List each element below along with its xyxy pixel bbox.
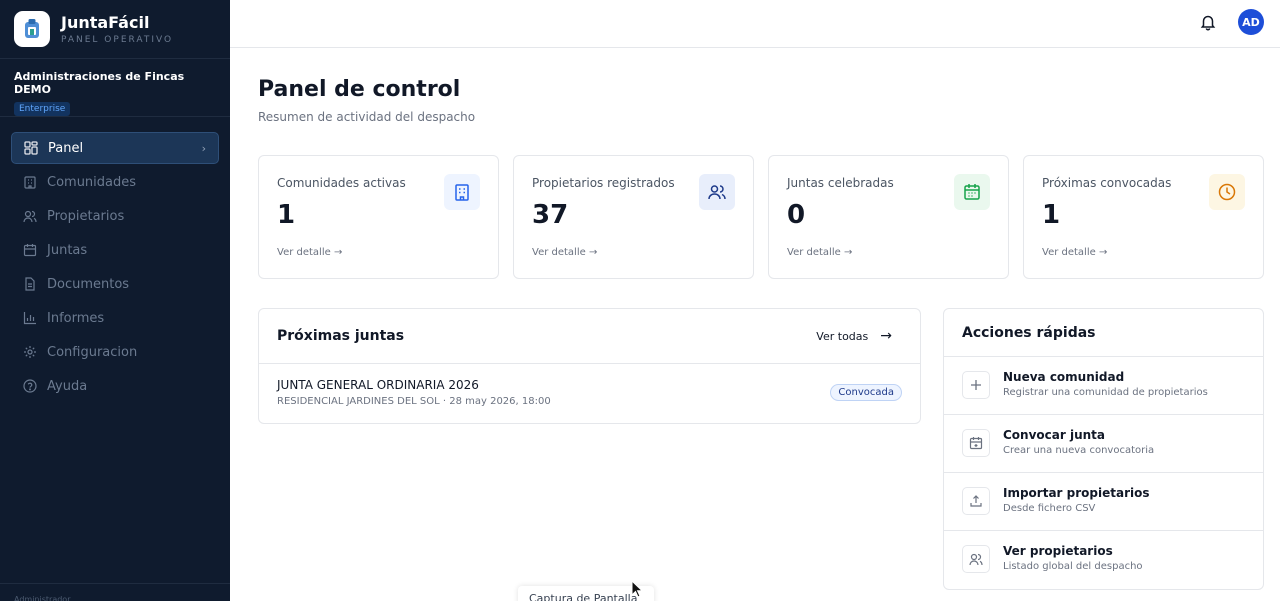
sidebar-item-ayuda[interactable]: Ayuda [11, 370, 219, 402]
stat-card-propietarios: Propietarios registrados 37 Ver detalle … [513, 155, 754, 279]
document-icon [23, 277, 37, 291]
sidebar-item-configuracion[interactable]: Configuracion [11, 336, 219, 368]
users-icon [962, 545, 990, 573]
topbar: AD [230, 0, 1280, 48]
action-title: Importar propietarios [1003, 486, 1150, 500]
sidebar-item-label: Propietarios [47, 208, 125, 224]
plus-icon [962, 371, 990, 399]
action-convocar-junta[interactable]: Convocar junta Crear una nueva convocato… [944, 415, 1263, 473]
page-subtitle: Resumen de actividad del despacho [258, 110, 476, 124]
action-desc: Desde fichero CSV [1003, 503, 1096, 514]
sidebar-item-comunidades[interactable]: Comunidades [11, 166, 219, 198]
mouse-cursor-icon [631, 579, 644, 601]
sidebar: JuntaFácil PANEL OPERATIVO Administracio… [0, 0, 230, 601]
users-icon [699, 174, 735, 210]
stat-value: 1 [277, 200, 296, 230]
sidebar-item-juntas[interactable]: Juntas [11, 234, 219, 266]
help-icon [23, 379, 37, 393]
dashboard-icon [24, 141, 38, 155]
sidebar-item-label: Informes [47, 310, 105, 326]
junta-meta: RESIDENCIAL JARDINES DEL SOL · 28 may 20… [277, 396, 551, 407]
calendar-icon [23, 243, 37, 257]
stat-value: 1 [1042, 200, 1061, 230]
organization: Administraciones de Fincas DEMO Enterpri… [0, 59, 230, 117]
stat-value: 37 [532, 200, 569, 230]
stat-label: Propietarios registrados [532, 176, 675, 190]
action-desc: Registrar una comunidad de propietarios [1003, 387, 1208, 398]
proximas-juntas-panel: Próximas juntas Ver todas → JUNTA GENERA… [258, 308, 921, 424]
app-subtitle: PANEL OPERATIVO [61, 35, 174, 45]
action-title: Ver propietarios [1003, 544, 1113, 558]
logo-icon [25, 19, 39, 38]
status-badge: Convocada [830, 384, 902, 401]
app-name: JuntaFácil [61, 13, 150, 32]
list-item[interactable]: JUNTA GENERAL ORDINARIA 2026 RESIDENCIAL… [259, 364, 920, 423]
chevron-right-icon: › [201, 141, 206, 155]
view-all-label: Ver todas [816, 329, 869, 343]
stat-detail-link[interactable]: Ver detalle → [787, 247, 852, 258]
stat-label: Comunidades activas [277, 176, 406, 190]
stat-card-comunidades: Comunidades activas 1 Ver detalle → [258, 155, 499, 279]
stat-detail-link[interactable]: Ver detalle → [532, 247, 597, 258]
page-title: Panel de control [258, 77, 461, 102]
arrow-right-icon: → [880, 328, 892, 344]
building-icon [444, 174, 480, 210]
gear-icon [23, 345, 37, 359]
calendar-plus-icon [962, 429, 990, 457]
sidebar-item-informes[interactable]: Informes [11, 302, 219, 334]
view-all-button[interactable]: Ver todas → [816, 328, 902, 344]
stat-card-proximas: Próximas convocadas 1 Ver detalle → [1023, 155, 1264, 279]
upload-icon [962, 487, 990, 515]
brand[interactable]: JuntaFácil PANEL OPERATIVO [0, 0, 230, 59]
stat-label: Juntas celebradas [787, 176, 894, 190]
action-desc: Crear una nueva convocatoria [1003, 445, 1155, 456]
stat-detail-link[interactable]: Ver detalle → [1042, 247, 1107, 258]
action-title: Nueva comunidad [1003, 370, 1125, 384]
sidebar-item-label: Juntas [47, 242, 88, 258]
bell-icon[interactable] [1199, 13, 1217, 31]
sidebar-nav: Panel › Comunidades Propietarios Juntas [0, 117, 230, 402]
clock-icon [1209, 174, 1245, 210]
stat-label: Próximas convocadas [1042, 176, 1172, 190]
stat-value: 0 [787, 200, 806, 230]
stat-card-juntas: Juntas celebradas 0 Ver detalle → [768, 155, 1009, 279]
sidebar-item-propietarios[interactable]: Propietarios [11, 200, 219, 232]
organization-name: Administraciones de Fincas DEMO [14, 70, 185, 96]
bar-chart-icon [23, 311, 37, 325]
users-icon [23, 209, 37, 223]
panel-title: Acciones rápidas [962, 324, 1096, 341]
sidebar-item-documentos[interactable]: Documentos [11, 268, 219, 300]
acciones-rapidas-panel: Acciones rápidas Nueva comunidad Registr… [943, 308, 1264, 590]
junta-title: JUNTA GENERAL ORDINARIA 2026 [277, 378, 479, 392]
user-avatar[interactable]: AD [1238, 9, 1264, 35]
building-icon [23, 175, 37, 189]
action-importar-propietarios[interactable]: Importar propietarios Desde fichero CSV [944, 473, 1263, 531]
sidebar-item-label: Configuracion [47, 344, 138, 360]
app-logo [14, 11, 50, 47]
sidebar-item-label: Panel [48, 140, 84, 156]
sidebar-item-label: Comunidades [47, 174, 137, 190]
stat-detail-link[interactable]: Ver detalle → [277, 247, 342, 258]
action-ver-propietarios[interactable]: Ver propietarios Listado global del desp… [944, 531, 1263, 589]
sidebar-footer: Administrador [0, 583, 230, 601]
plan-badge: Enterprise [14, 102, 71, 116]
sidebar-item-label: Ayuda [47, 378, 88, 394]
sidebar-item-panel[interactable]: Panel › [11, 132, 219, 164]
panel-title: Próximas juntas [277, 328, 405, 344]
calendar-icon [954, 174, 990, 210]
action-desc: Listado global del despacho [1003, 561, 1143, 572]
action-title: Convocar junta [1003, 428, 1105, 442]
sidebar-item-label: Documentos [47, 276, 130, 292]
action-nueva-comunidad[interactable]: Nueva comunidad Registrar una comunidad … [944, 357, 1263, 415]
